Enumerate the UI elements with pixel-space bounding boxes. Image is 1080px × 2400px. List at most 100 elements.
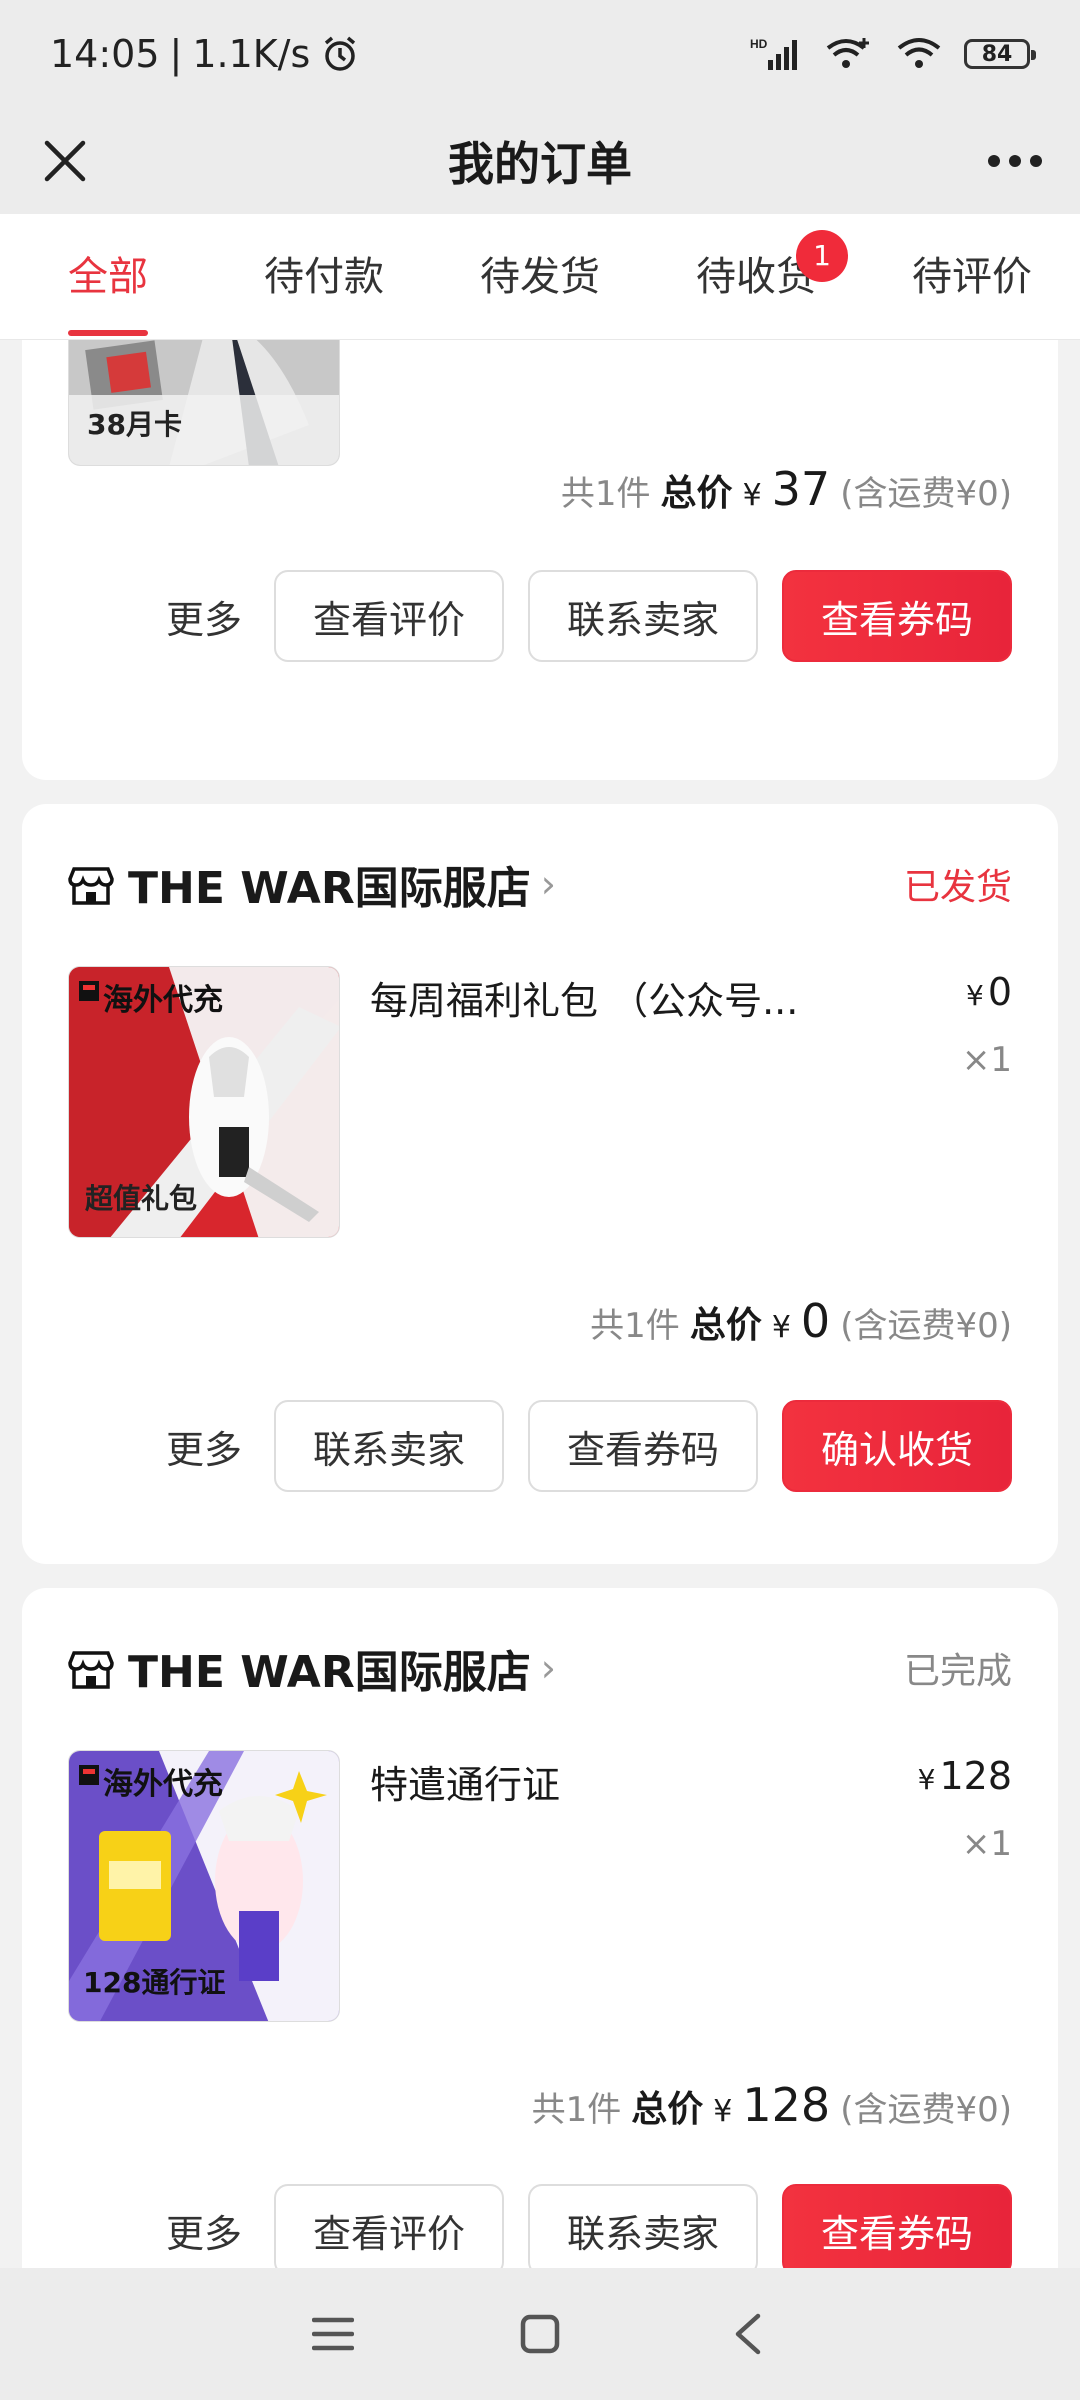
divider: | [169,32,183,76]
order-total: 共1件 总价 ¥37 (含运费¥0) [561,462,1012,516]
order-actions: 更多 联系卖家 查看券码 确认收货 [166,1400,1012,1492]
product-price: ¥0 [966,970,1012,1014]
system-nav-bar [0,2268,1080,2400]
total-label: 总价 [689,1305,762,1346]
net-speed: 1.1K/s [192,32,311,76]
battery-level: 84 [981,41,1013,67]
view-voucher-button[interactable]: 查看券码 [528,1400,758,1492]
view-review-button[interactable]: 查看评价 [274,570,504,662]
shop-name[interactable]: THE WAR国际服店 [128,1636,531,1700]
order-status: 已发货 [903,867,1012,908]
product-thumb-brand: 海外代充 [103,1767,223,1802]
currency-symbol: ¥ [742,478,762,513]
shipping-note: (含运费¥0) [840,1306,1012,1346]
order-actions: 更多 查看评价 联系卖家 查看券码 [166,2184,1012,2268]
product-thumb-brand: 海外代充 [103,983,223,1018]
battery-icon: 84 [964,39,1036,69]
tab-label: 全部 [68,253,148,300]
more-actions-link[interactable]: 更多 [166,2203,242,2258]
total-amount: 37 [771,462,831,516]
total-amount: 0 [800,1294,831,1348]
contact-seller-button[interactable]: 联系卖家 [274,1400,504,1492]
more-dots-icon [988,155,1042,167]
product-thumbnail[interactable]: 38月卡 [68,340,340,466]
nav-bar: 我的订单 [0,108,1080,214]
shipping-note: (含运费¥0) [840,474,1012,514]
alarm-icon [325,36,356,71]
order-total: 共1件 总价 ¥0 (含运费¥0) [590,1294,1012,1348]
back-chevron-icon [735,2313,760,2355]
view-review-button[interactable]: 查看评价 [274,2184,504,2268]
confirm-receipt-button[interactable]: 确认收货 [782,1400,1012,1492]
wifi-icon [897,38,941,68]
currency-symbol: ¥ [713,2094,733,2129]
product-quantity: ×1 [961,1040,1012,1080]
order-status: 已完成 [903,1651,1012,1692]
product-quantity: ×1 [961,1824,1012,1864]
view-voucher-button[interactable]: 查看券码 [782,570,1012,662]
order-tabs: 全部 待付款 待发货 待收货 1 待评价 [0,214,1080,340]
shop-name[interactable]: THE WAR国际服店 [128,852,531,916]
tab-label: 待评价 [912,253,1032,300]
page-title: 我的订单 [448,137,632,191]
contact-seller-button[interactable]: 联系卖家 [528,2184,758,2268]
svg-text:HD: HD [750,37,768,51]
shop-header[interactable]: THE WAR国际服店 › 已发货 [68,844,1012,924]
shipping-note: (含运费¥0) [840,2090,1012,2130]
clock: 14:05 [50,32,160,76]
product-thumbnail[interactable]: 海外代充 128通行证 [68,1750,340,2022]
back-button[interactable] [707,2294,787,2374]
more-menu-button[interactable] [980,126,1050,196]
product-thumbnail[interactable]: 海外代充 超值礼包 [68,966,340,1238]
chevron-right-icon: › [540,862,556,906]
tab-pending-shipment[interactable]: 待发货 [432,214,648,340]
order-actions: 更多 查看评价 联系卖家 查看券码 [166,570,1012,662]
product-name[interactable]: 特遣通行证 [370,1754,840,1809]
order-card: THE WAR国际服店 › 已发货 海外代充 超值礼包 每周福利礼包 （公众号.… [22,804,1058,1564]
item-count: 共1件 [590,1306,680,1346]
currency-symbol: ¥ [917,1763,936,1796]
home-square-icon [520,2314,560,2354]
order-list[interactable]: 38月卡 共1件 总价 ¥37 (含运费¥0) 更多 查看评价 联系卖家 查看券… [0,340,1080,2268]
order-card: THE WAR国际服店 › 已完成 海外代充 128通行证 特遣通行证 ¥ 12… [22,1588,1058,2268]
menu-button[interactable] [293,2294,373,2374]
signal-icon: HD [750,37,797,70]
product-name[interactable]: 每周福利礼包 （公众号... [370,970,840,1025]
product-thumb-label: 38月卡 [87,408,182,441]
status-right: HD 84 [750,36,1036,72]
tab-badge: 1 [796,229,848,282]
close-icon [44,140,86,182]
more-actions-link[interactable]: 更多 [166,1419,242,1474]
product-price: ¥128 [918,1754,1012,1798]
more-actions-link[interactable]: 更多 [166,589,242,644]
shop-header[interactable]: THE WAR国际服店 › 已完成 [68,1628,1012,1708]
order-total: 共1件 总价 ¥128 (含运费¥0) [532,2078,1012,2132]
tab-pending-review[interactable]: 待评价 [864,214,1080,340]
item-count: 共1件 [531,2090,622,2130]
view-voucher-button[interactable]: 查看券码 [782,2184,1012,2268]
product-thumb-label: 超值礼包 [85,1182,198,1215]
contact-seller-button[interactable]: 联系卖家 [528,570,758,662]
tab-pending-payment[interactable]: 待付款 [216,214,432,340]
total-amount: 128 [742,2078,831,2132]
total-label: 总价 [631,2089,704,2130]
home-button[interactable] [500,2294,580,2374]
status-bar: 14:05 | 1.1K/s HD 84 [0,0,1080,108]
order-card: 38月卡 共1件 总价 ¥37 (含运费¥0) 更多 查看评价 联系卖家 查看券… [22,340,1058,780]
price-value: 0 [987,970,1012,1014]
chevron-right-icon: › [540,1646,556,1690]
item-count: 共1件 [560,474,651,514]
currency-symbol: ¥ [771,1310,791,1345]
shop-icon [68,1651,114,1689]
price-value: 128 [939,1754,1012,1798]
tab-all[interactable]: 全部 [0,214,216,340]
product-thumb-label: 128通行证 [83,1966,226,1999]
tab-label: 待发货 [480,253,600,300]
shop-icon [68,867,114,905]
menu-icon [312,2317,355,2351]
close-button[interactable] [30,126,100,196]
status-left: 14:05 | 1.1K/s [50,32,360,76]
tab-pending-receipt[interactable]: 待收货 1 [648,214,864,340]
total-label: 总价 [660,473,733,514]
currency-symbol: ¥ [965,979,984,1012]
